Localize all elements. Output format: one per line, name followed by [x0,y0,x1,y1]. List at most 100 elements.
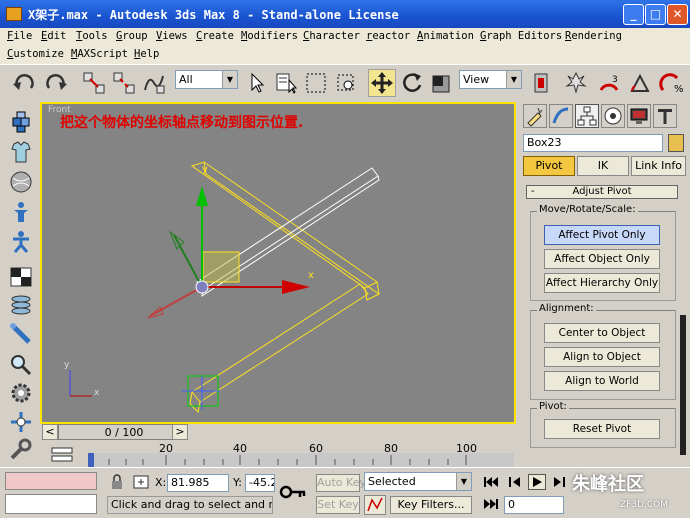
maximize-button[interactable]: □ [645,4,666,25]
align-to-object-button[interactable]: Align to Object [544,347,660,367]
utilities-tab-icon[interactable] [653,104,677,128]
current-frame-field[interactable]: 0 [504,496,564,514]
track-bar-icon[interactable] [50,446,74,464]
alignment-group: Alignment: Center to Object Align to Obj… [530,303,676,400]
box-icon[interactable] [8,110,34,134]
menu-rendering[interactable]: Rendering [565,30,622,42]
prev-frame-icon[interactable] [506,474,524,490]
set-key-button[interactable]: Set Key [316,496,360,514]
chevron-down-icon: ▼ [222,71,237,88]
scale-icon[interactable] [428,69,456,97]
play-icon[interactable] [528,474,546,490]
menu-tools[interactable]: Tools [76,30,108,42]
window-crossing-icon[interactable] [332,69,360,97]
timeslider-next[interactable]: > [172,424,188,440]
center-to-object-button[interactable]: Center to Object [544,323,660,343]
bind-spacewarp-icon[interactable] [140,69,168,97]
tab-pivot[interactable]: Pivot [523,156,575,176]
time-slider[interactable]: 0 / 100 [58,424,188,440]
object-color-swatch[interactable] [668,134,684,152]
curve-icon[interactable] [364,495,386,515]
x-coordinate-field[interactable]: 81.985 [167,474,229,492]
menu-modifiers[interactable]: Modifiers [241,30,298,42]
tripod-x-label: x [94,388,100,398]
key-filters-button[interactable]: Key Filters... [390,496,472,514]
menu-file[interactable]: File [7,30,32,42]
menu-character[interactable]: Character [303,30,360,42]
snap-icon[interactable]: 3 [595,69,623,97]
affect-hierarchy-only-button[interactable]: Affect Hierarchy Only [544,273,660,293]
menu-graph-editors[interactable]: Graph Editors [480,30,562,42]
gear-icon[interactable] [8,381,34,405]
layers-icon[interactable] [8,293,34,317]
maxscript-listener-input[interactable] [5,494,97,514]
select-link-icon[interactable] [80,69,108,97]
front-viewport[interactable]: Front 把这个物体的坐标轴点移动到图示位置. x y x y [40,102,516,424]
wrench-icon[interactable] [8,438,34,462]
mirror-icon[interactable] [562,69,590,97]
figure-icon[interactable] [8,200,34,224]
menu-group[interactable]: Group [116,30,148,42]
key-mode-value: Selected [368,475,416,488]
menu-customize[interactable]: Customize [7,48,64,60]
redo-icon[interactable] [42,69,70,97]
rotate-icon[interactable] [398,69,426,97]
lock-icon[interactable] [108,474,126,490]
minimize-button[interactable]: _ [623,4,644,25]
motion-tab-icon[interactable] [601,104,625,128]
hierarchy-tab-icon[interactable] [575,104,599,128]
main-toolbar: All ▼ View ▼ 3 % [0,64,690,100]
rotate-tool-icon[interactable] [8,410,34,434]
menu-views[interactable]: Views [156,30,188,42]
display-tab-icon[interactable] [627,104,651,128]
gizmo-y-label: y [202,164,208,175]
pivot-group: Pivot: Reset Pivot [530,401,676,448]
menu-help[interactable]: Help [134,48,159,60]
object-name-field[interactable]: Box23 [523,134,663,152]
absolute-mode-icon[interactable] [132,474,150,490]
command-panel-scrollbar[interactable] [680,315,686,455]
goto-start-icon[interactable] [482,474,500,490]
move-icon[interactable] [368,69,396,97]
key-mode-toggle-icon[interactable] [482,496,500,512]
rect-region-icon[interactable] [302,69,330,97]
tab-ik[interactable]: IK [577,156,629,176]
reset-pivot-button[interactable]: Reset Pivot [544,419,660,439]
percent-snap-icon[interactable]: % [658,69,686,97]
angle-snap-icon[interactable] [627,69,655,97]
adjust-pivot-rollout[interactable]: - Adjust Pivot [526,185,678,199]
shirt-icon[interactable] [8,140,34,164]
menu-edit[interactable]: Edit [41,30,66,42]
create-tab-icon[interactable] [523,104,547,128]
checker-icon[interactable] [8,265,34,289]
menu-reactor[interactable]: reactor [366,30,410,42]
key-mode-dropdown[interactable]: Selected ▼ [364,472,472,491]
pivot-center-icon[interactable] [528,69,556,97]
align-to-world-button[interactable]: Align to World [544,371,660,391]
menu-maxscript[interactable]: MAXScript [71,48,128,60]
affect-pivot-only-button[interactable]: Affect Pivot Only [544,225,660,245]
timeslider-prev[interactable]: < [42,424,58,440]
menu-create[interactable]: Create [196,30,234,42]
y-coordinate-field[interactable]: -45.28 [245,474,275,492]
modify-tab-icon[interactable] [549,104,573,128]
maxscript-listener-mini[interactable] [5,472,97,490]
key-icon[interactable] [278,480,308,504]
affect-object-only-button[interactable]: Affect Object Only [544,249,660,269]
select-by-name-icon[interactable] [272,69,300,97]
reference-coord-dropdown[interactable]: View ▼ [459,70,522,89]
bone-icon[interactable] [8,322,34,346]
close-button[interactable]: ✕ [667,4,688,25]
selection-filter-dropdown[interactable]: All ▼ [175,70,238,89]
next-frame-icon[interactable] [550,474,568,490]
menu-animation[interactable]: Animation [417,30,474,42]
undo-icon[interactable] [10,69,38,97]
unlink-icon[interactable] [110,69,138,97]
auto-key-button[interactable]: Auto Key [316,474,366,492]
select-icon[interactable] [243,69,271,97]
magnify-icon[interactable] [8,352,34,376]
sphere-icon[interactable] [8,170,34,194]
biped-icon[interactable] [8,230,34,254]
track-bar[interactable]: 20 40 60 80 100 [88,441,514,467]
tab-link-info[interactable]: Link Info [631,156,686,176]
